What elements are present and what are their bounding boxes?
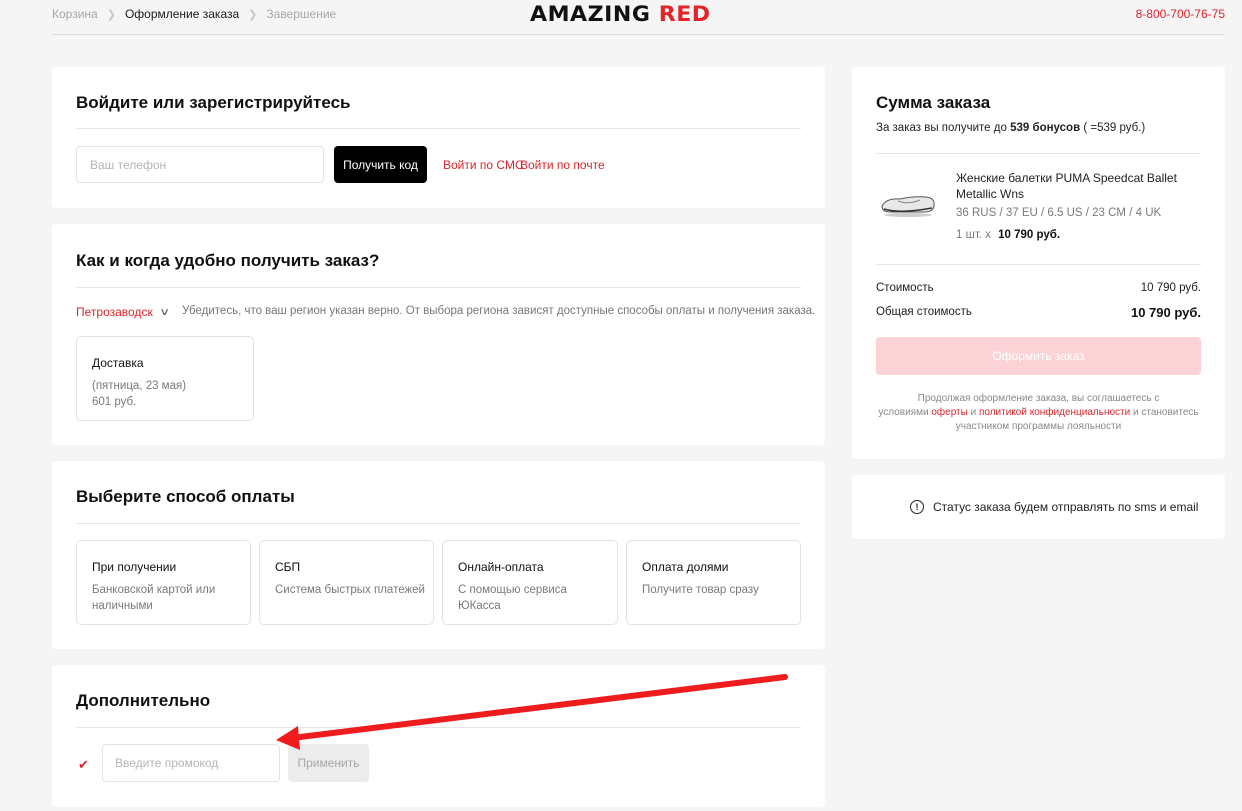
promo-code-input[interactable] [102,744,280,782]
terms-text: Продолжая оформление заказа, вы соглашае… [876,392,1201,434]
region-selector[interactable]: Петрозаводск ∨ [76,305,170,319]
breadcrumb-checkout: Оформление заказа [124,7,240,21]
bonus-prefix: За заказ вы получите до [876,122,1007,134]
product-quantity: 1 шт. x 10 790 руб. [956,229,1060,241]
divider [76,287,801,288]
payment-option-subtitle: Система быстрых платежей [275,584,425,596]
payment-option-installments[interactable]: Оплата долями Получите товар сразу [626,540,801,625]
payment-option-sbp[interactable]: СБП Система быстрых платежей [259,540,434,625]
divider [76,727,801,728]
support-phone[interactable]: 8-800-700-76-75 [1136,7,1225,21]
delivery-option-price: 601 руб. [92,396,137,408]
product-name[interactable]: Женские балетки PUMA Speedcat Ballet Met… [956,170,1206,202]
status-text: Статус заказа будем отправлять по sms и … [933,500,1199,514]
delivery-card: Как и когда удобно получить заказ? Петро… [52,224,825,445]
bonus-info: За заказ вы получите до 539 бонусов ( =5… [876,122,1145,134]
delivery-title: Как и когда удобно получить заказ? [76,251,380,270]
product-size: 36 RUS / 37 EU / 6.5 US / 23 CM / 4 UK [956,207,1162,219]
apply-promo-button[interactable]: Применить [288,744,369,782]
payment-option-title: Онлайн-оплата [458,560,544,574]
breadcrumb-finish: Завершение [266,7,337,21]
chevron-down-icon: ∨ [158,306,170,318]
terms-become: и становитесь [1132,407,1199,418]
total-label: Общая стоимость [876,306,972,318]
divider [876,153,1201,154]
cost-label: Стоимость [876,282,934,294]
bonus-suffix: ( =539 руб.) [1083,122,1146,134]
login-title: Войдите или зарегистрируйтесь [76,93,351,112]
offer-link[interactable]: оферты [931,407,967,418]
logo-word-red: RED [658,2,711,26]
get-code-button[interactable]: Получить код [334,146,427,183]
chevron-right-icon: ❯ [248,8,258,21]
login-card: Войдите или зарегистрируйтесь Получить к… [52,67,825,208]
cost-value: 10 790 руб. [1140,282,1201,294]
extra-card: Дополнительно ✔ Применить [52,665,825,807]
payment-option-subtitle: Банковской картой или наличными [92,584,216,612]
payment-title: Выберите способ оплаты [76,487,295,506]
delivery-option-date: (пятница, 23 мая) [92,380,187,392]
chevron-right-icon: ❯ [106,8,116,21]
status-info: ! Статус заказа будем отправлять по sms … [910,500,1198,514]
checkout-button[interactable]: Оформить заказ [876,337,1201,375]
product-price: 10 790 руб. [998,229,1061,241]
region-note: Убедитесь, что ваш регион указан верно. … [182,305,816,317]
product-image[interactable] [880,192,936,218]
bonus-value: 539 бонусов [1010,122,1081,134]
product-qty-count: 1 шт. x [956,229,991,241]
payment-option-online[interactable]: Онлайн-оплата С помощью сервиса ЮКасса [442,540,618,625]
terms-conditions: условиями [878,407,929,418]
payment-card: Выберите способ оплаты При получении Бан… [52,461,825,649]
payment-option-subtitle: Получите товар сразу [642,584,759,596]
login-email-link[interactable]: Войти по почте [520,158,605,172]
region-name: Петрозаводск [76,305,153,319]
terms-loyalty: участником программы лояльности [955,421,1122,432]
check-icon[interactable]: ✔ [78,757,89,773]
info-icon: ! [910,500,924,514]
breadcrumb: Корзина ❯ Оформление заказа ❯ Завершение [52,7,336,21]
summary-title: Сумма заказа [876,93,991,112]
terms-and: и [970,407,977,418]
payment-option-on-delivery[interactable]: При получении Банковской картой или нали… [76,540,251,625]
divider [876,264,1201,265]
divider [76,128,801,129]
privacy-policy-link[interactable]: политикой конфиденциальности [979,407,1130,418]
divider [76,523,801,524]
payment-option-title: При получении [92,560,177,574]
terms-line-1: Продолжая оформление заказа, вы соглашае… [917,393,1160,404]
payment-option-title: Оплата долями [642,560,729,574]
payment-option-title: СБП [275,560,301,574]
phone-input[interactable] [76,146,324,183]
total-value: 10 790 руб. [1130,305,1201,320]
logo-word-amazing: AMAZING [530,2,651,26]
breadcrumb-cart[interactable]: Корзина [52,7,98,21]
header: Корзина ❯ Оформление заказа ❯ Завершение… [52,0,1225,35]
payment-option-subtitle: С помощью сервиса ЮКасса [458,584,567,612]
login-sms-link[interactable]: Войти по СМС [443,158,524,172]
delivery-option[interactable]: Доставка (пятница, 23 мая) 601 руб. [76,336,254,421]
status-info-card: ! Статус заказа будем отправлять по sms … [852,475,1225,539]
extra-title: Дополнительно [76,691,211,710]
brand-logo[interactable]: AMAZING RED [530,2,711,26]
delivery-option-title: Доставка [92,356,144,370]
order-summary-card: Сумма заказа За заказ вы получите до 539… [852,67,1225,459]
